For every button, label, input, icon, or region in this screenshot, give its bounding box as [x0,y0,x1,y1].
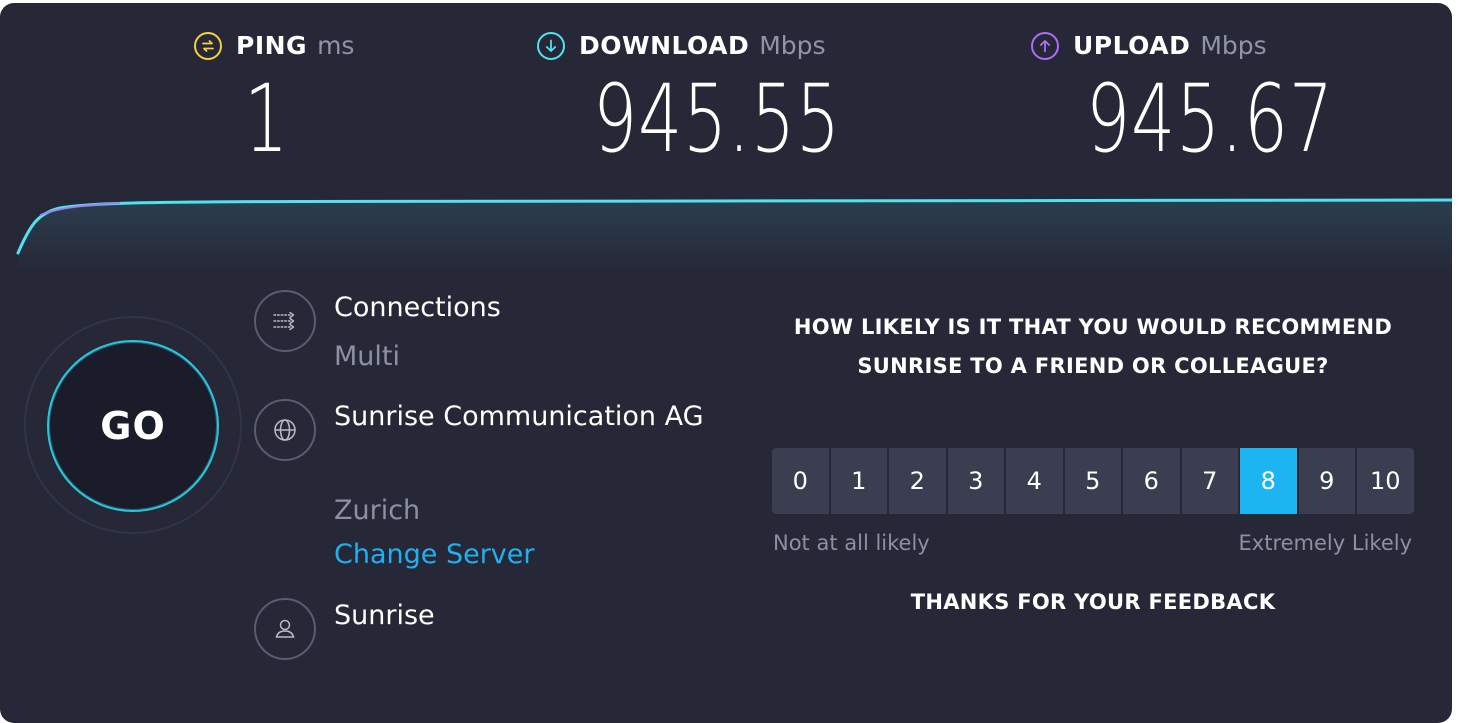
rating-option-6[interactable]: 6 [1123,448,1180,514]
rating-option-5[interactable]: 5 [1064,448,1121,514]
download-header: DOWNLOAD Mbps [537,31,826,60]
rating-option-0[interactable]: 0 [772,448,829,514]
go-button[interactable]: GO [47,340,219,512]
rating-option-1[interactable]: 1 [830,448,887,514]
upload-arrow-icon [1031,31,1059,60]
rating-option-3[interactable]: 3 [947,448,1004,514]
change-server-link[interactable]: Change Server [334,539,535,570]
ping-icon [194,31,222,60]
rating-option-4[interactable]: 4 [1006,448,1063,514]
download-arrow-icon [537,31,565,60]
survey-question: HOW LIKELY IS IT THAT YOU WOULD RECOMMEN… [793,315,1393,378]
connections-title: Connections [334,292,501,323]
user-icon [254,598,316,660]
speedtest-panel: PING ms 1 DOWNLOAD Mbps 945.55 UPLOAD Mb… [0,3,1452,723]
download-value: 945.55 [593,65,841,174]
rating-option-10[interactable]: 10 [1357,448,1414,514]
go-button-label: GO [100,404,166,448]
upload-label: UPLOAD [1073,31,1191,60]
ping-label: PING [236,31,308,60]
scale-high-label: Extremely Likely [1238,531,1412,555]
ping-header: PING ms [194,31,354,60]
server-location: Zurich [334,495,421,526]
scale-low-label: Not at all likely [773,531,930,555]
rating-option-9[interactable]: 9 [1298,448,1355,514]
provider-name: Sunrise [334,600,435,631]
ping-value: 1 [244,65,290,174]
download-unit: Mbps [759,31,826,60]
upload-header: UPLOAD Mbps [1031,31,1267,60]
upload-unit: Mbps [1200,31,1267,60]
survey-thanks: THANKS FOR YOUR FEEDBACK [910,590,1276,614]
ping-unit: ms [317,31,355,60]
speed-graph [16,198,1452,271]
upload-value: 945.67 [1086,65,1334,174]
globe-icon [254,399,316,461]
download-label: DOWNLOAD [579,31,750,60]
rating-option-2[interactable]: 2 [889,448,946,514]
rating-option-8[interactable]: 8 [1240,448,1297,514]
rating-scale: 0 1 2 3 4 5 6 7 8 9 10 [772,448,1414,514]
connections-value: Multi [334,341,400,372]
server-name: Sunrise Communication AG [334,401,704,432]
connections-icon [254,290,316,352]
rating-option-7[interactable]: 7 [1181,448,1238,514]
